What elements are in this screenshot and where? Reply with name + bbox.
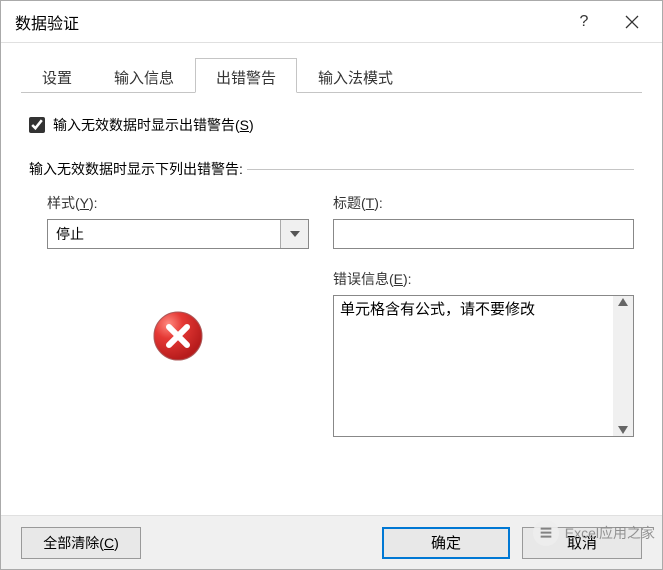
cancel-button[interactable]: 取消 <box>522 527 642 559</box>
data-validation-dialog: 数据验证 ? 设置 输入信息 出错警告 输入法模式 输入无效数据时显示出错警告(… <box>0 0 663 570</box>
close-button[interactable] <box>608 2 656 42</box>
tab-error-alert[interactable]: 出错警告 <box>195 58 297 93</box>
style-label: 样式(Y): <box>47 193 309 213</box>
group-label: 输入无效数据时显示下列出错警告: <box>29 159 243 179</box>
style-column: 样式(Y): 停止 <box>47 193 309 437</box>
close-icon <box>625 15 639 29</box>
stop-error-icon <box>151 309 205 366</box>
group-label-row: 输入无效数据时显示下列出错警告: <box>29 159 634 179</box>
help-button[interactable]: ? <box>560 2 608 42</box>
style-select-value: 停止 <box>48 224 280 244</box>
scroll-up-icon <box>618 298 628 306</box>
tab-strip: 设置 输入信息 出错警告 输入法模式 <box>21 57 642 93</box>
scroll-down-icon <box>618 426 628 434</box>
title-label: 标题(T): <box>333 193 634 213</box>
show-error-label: 输入无效数据时显示出错警告(S) <box>53 115 254 135</box>
style-select[interactable]: 停止 <box>47 219 309 249</box>
ok-button[interactable]: 确定 <box>382 527 510 559</box>
tab-input-message[interactable]: 输入信息 <box>93 58 195 93</box>
style-preview-area <box>47 309 309 366</box>
group-divider <box>247 169 634 170</box>
clear-all-button[interactable]: 全部清除(C) <box>21 527 141 559</box>
show-error-checkbox-row[interactable]: 输入无效数据时显示出错警告(S) <box>29 115 634 135</box>
error-message-wrap <box>333 295 634 437</box>
tab-ime-mode[interactable]: 输入法模式 <box>297 58 414 93</box>
tab-settings[interactable]: 设置 <box>21 58 93 93</box>
titlebar-buttons: ? <box>560 2 656 42</box>
dialog-footer: 全部清除(C) 确定 取消 <box>1 515 662 569</box>
dialog-content: 设置 输入信息 出错警告 输入法模式 输入无效数据时显示出错警告(S) 输入无效… <box>1 43 662 515</box>
title-input[interactable] <box>333 219 634 249</box>
error-message-label: 错误信息(E): <box>333 269 634 289</box>
show-error-checkbox[interactable] <box>29 117 45 133</box>
field-row: 样式(Y): 停止 <box>47 193 634 437</box>
title-error-column: 标题(T): 错误信息(E): <box>333 193 634 437</box>
dialog-title: 数据验证 <box>15 10 560 34</box>
error-alert-panel: 输入无效数据时显示出错警告(S) 输入无效数据时显示下列出错警告: 样式(Y):… <box>21 93 642 497</box>
style-select-caret[interactable] <box>280 220 308 248</box>
chevron-down-icon <box>290 231 300 237</box>
titlebar: 数据验证 ? <box>1 1 662 43</box>
textarea-scrollbar[interactable] <box>613 296 633 436</box>
error-message-input[interactable] <box>334 296 613 436</box>
